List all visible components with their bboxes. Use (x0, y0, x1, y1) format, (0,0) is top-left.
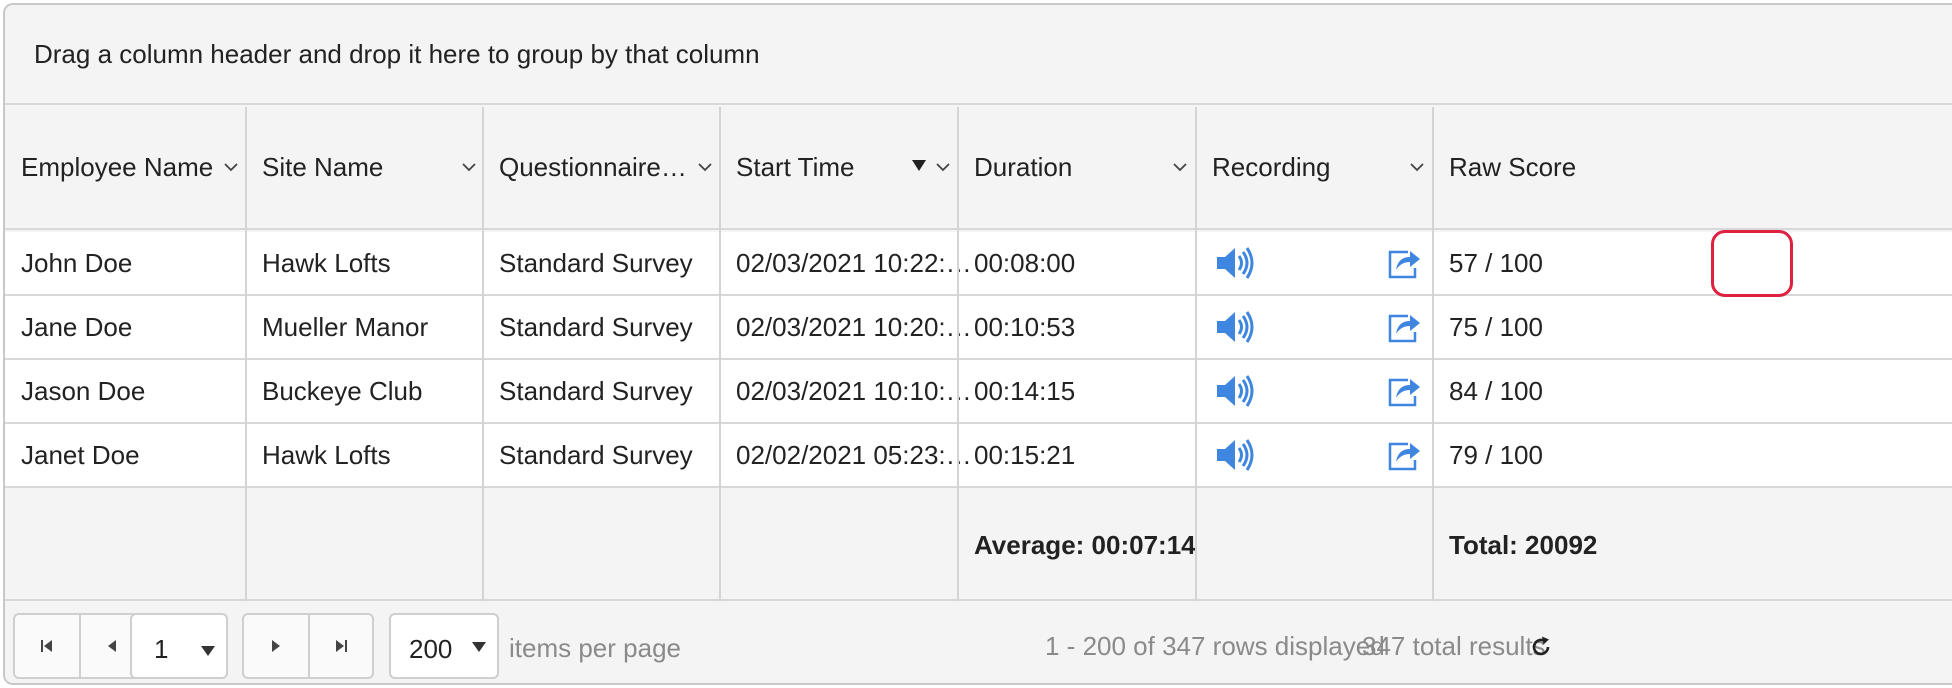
cell-questionnaire: Standard Survey (499, 311, 693, 342)
header-employee-name[interactable]: Employee Name (21, 107, 231, 228)
cell-site-name: Hawk Lofts (262, 247, 391, 278)
chevron-down-icon[interactable] (935, 159, 951, 175)
speaker-icon[interactable] (1215, 232, 1255, 294)
cell-start-time: 02/03/2021 10:10:… (736, 375, 972, 406)
cell-start-time: 02/03/2021 10:20:… (736, 311, 972, 342)
chevron-down-icon[interactable] (1172, 159, 1188, 175)
table-row[interactable]: Jane Doe Mueller Manor Standard Survey 0… (5, 296, 1952, 360)
column-divider[interactable] (482, 107, 484, 601)
header-recording[interactable]: Recording (1212, 107, 1402, 228)
share-icon[interactable] (1386, 424, 1422, 486)
table-row[interactable]: Jason Doe Buckeye Club Standard Survey 0… (5, 360, 1952, 424)
chevron-down-icon[interactable] (461, 159, 477, 175)
share-icon-highlight (1711, 230, 1793, 297)
speaker-icon[interactable] (1215, 360, 1255, 422)
cell-start-time: 02/02/2021 05:23:… (736, 439, 972, 470)
next-page-button[interactable] (244, 615, 308, 677)
cell-site-name: Hawk Lofts (262, 439, 391, 470)
items-per-page-label: items per page (509, 633, 681, 663)
cell-duration: 00:14:15 (974, 375, 1076, 406)
table-row[interactable]: Janet Doe Hawk Lofts Standard Survey 02/… (5, 424, 1952, 488)
column-divider[interactable] (1195, 107, 1197, 601)
share-icon[interactable] (1386, 232, 1422, 294)
column-divider[interactable] (1432, 107, 1434, 601)
chevron-down-icon[interactable] (697, 159, 713, 175)
page-number-select[interactable]: 1 (130, 613, 228, 679)
cell-questionnaire: Standard Survey (499, 247, 693, 278)
cell-employee-name: Jason Doe (21, 375, 146, 406)
header-site-name[interactable]: Site Name (262, 107, 462, 228)
header-duration[interactable]: Duration (974, 107, 1164, 228)
header-recording-label: Recording (1212, 152, 1331, 182)
pager: 1 200 items per page 1 - 200 of 347 rows… (5, 603, 1952, 683)
cell-raw-score: 57 / 100 (1449, 247, 1543, 278)
header-site-name-label: Site Name (262, 152, 384, 182)
cell-raw-score: 79 / 100 (1449, 439, 1543, 470)
cell-employee-name: John Doe (21, 247, 133, 278)
column-divider[interactable] (957, 107, 959, 601)
table-row[interactable]: John Doe Hawk Lofts Standard Survey 02/0… (5, 232, 1952, 296)
total-results-info: 347 total results (1362, 631, 1546, 661)
header-questionnaire[interactable]: Questionnaire… (499, 107, 695, 228)
cell-raw-score: 84 / 100 (1449, 375, 1543, 406)
cell-duration: 00:08:00 (974, 247, 1076, 278)
group-drop-panel[interactable]: Drag a column header and drop it here to… (5, 5, 1952, 105)
first-page-button[interactable] (15, 615, 79, 677)
share-icon[interactable] (1386, 296, 1422, 358)
previous-page-icon (108, 640, 116, 652)
chevron-down-icon[interactable] (1409, 159, 1425, 175)
page-number-value: 1 (154, 634, 169, 664)
share-icon[interactable] (1386, 360, 1422, 422)
pager-first-prev-group (13, 613, 145, 679)
pager-next-last-group (242, 613, 374, 679)
header-questionnaire-label: Questionnaire… (499, 152, 687, 182)
header-start-time-label: Start Time (736, 152, 855, 182)
cell-raw-score: 75 / 100 (1449, 311, 1543, 342)
speaker-icon[interactable] (1215, 296, 1255, 358)
cell-site-name: Buckeye Club (262, 375, 423, 406)
header-raw-score[interactable]: Raw Score (1449, 107, 1589, 228)
refresh-icon[interactable] (1529, 635, 1553, 664)
header-employee-name-label: Employee Name (21, 152, 214, 182)
cell-questionnaire: Standard Survey (499, 375, 693, 406)
header-start-time[interactable]: Start Time (736, 107, 906, 228)
caret-down-icon (472, 642, 486, 652)
caret-down-icon (201, 646, 215, 656)
sort-descending-icon[interactable] (911, 158, 927, 174)
cell-site-name: Mueller Manor (262, 311, 429, 342)
last-page-icon (336, 640, 347, 652)
raw-score-total: Total: 20092 (1449, 530, 1598, 560)
data-grid: Drag a column header and drop it here to… (3, 3, 1952, 685)
header-duration-label: Duration (974, 152, 1073, 182)
column-divider[interactable] (719, 107, 721, 601)
cell-questionnaire: Standard Survey (499, 439, 693, 470)
cell-start-time: 02/03/2021 10:22:… (736, 247, 972, 278)
last-page-button[interactable] (308, 615, 372, 677)
first-page-icon (41, 640, 52, 652)
speaker-icon[interactable] (1215, 424, 1255, 486)
header-row: Employee Name Site Name Questionnaire… S… (5, 107, 1952, 230)
group-panel-hint: Drag a column header and drop it here to… (34, 39, 760, 69)
header-raw-score-label: Raw Score (1449, 152, 1577, 182)
cell-duration: 00:10:53 (974, 311, 1076, 342)
cell-duration: 00:15:21 (974, 439, 1076, 470)
next-page-icon (272, 640, 280, 652)
aggregate-footer-row: Average: 00:07:14 Total: 20092 (5, 488, 1952, 601)
cell-employee-name: Janet Doe (21, 439, 140, 470)
grid-body: John Doe Hawk Lofts Standard Survey 02/0… (5, 232, 1952, 488)
chevron-down-icon[interactable] (223, 159, 239, 175)
duration-average: Average: 00:07:14 (974, 530, 1196, 560)
rows-displayed-info: 1 - 200 of 347 rows displayed (1045, 631, 1385, 661)
column-divider[interactable] (245, 107, 247, 601)
page-size-select[interactable]: 200 (389, 613, 499, 679)
page-size-value: 200 (409, 634, 453, 664)
cell-employee-name: Jane Doe (21, 311, 133, 342)
